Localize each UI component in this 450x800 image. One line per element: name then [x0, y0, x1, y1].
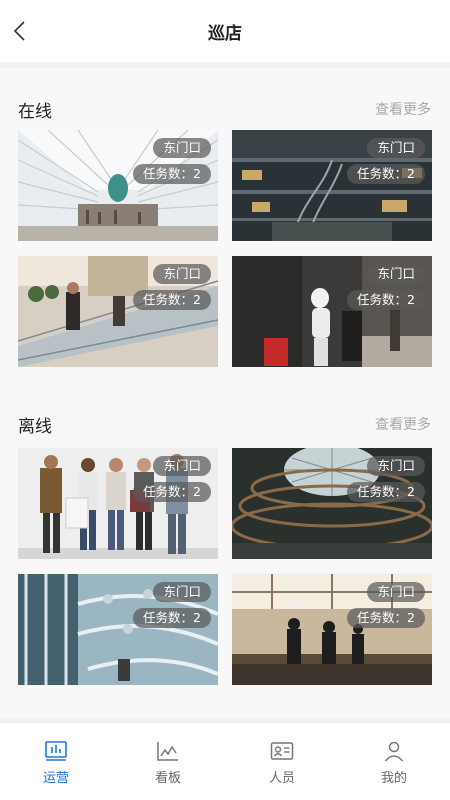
offline-view-more-link[interactable]: 查看更多 — [375, 414, 431, 434]
store-patrol-list: 在线 查看更多 东门口 任务数：2 东门口 任务数：2 东门口 任务数：2 东门… — [0, 68, 450, 718]
person-icon — [384, 741, 404, 762]
tab-operations[interactable]: 运营 — [0, 723, 112, 800]
store-name-badge: 东门口 — [153, 138, 211, 158]
tab-dashboard[interactable]: 看板 — [112, 723, 224, 800]
store-card[interactable]: 东门口 任务数：2 — [232, 256, 432, 367]
store-name-badge: 东门口 — [367, 456, 425, 476]
tab-label: 运营 — [42, 771, 69, 786]
task-count-badge: 任务数：2 — [347, 482, 425, 502]
task-count-badge: 任务数：2 — [347, 290, 425, 310]
store-name-badge: 东门口 — [367, 582, 425, 602]
tab-mine[interactable]: 我的 — [338, 723, 450, 800]
store-name-badge: 东门口 — [153, 264, 211, 284]
task-count-badge: 任务数：2 — [133, 608, 211, 628]
store-card[interactable]: 东门口 任务数：2 — [18, 574, 218, 685]
nav-bar: 巡店 — [0, 0, 450, 62]
store-name-badge: 东门口 — [367, 138, 425, 158]
task-count-badge: 任务数：2 — [347, 164, 425, 184]
store-name-badge: 东门口 — [153, 582, 211, 602]
store-name-badge: 东门口 — [367, 264, 425, 284]
task-count-badge: 任务数：2 — [133, 290, 211, 310]
chart-icon — [157, 742, 178, 761]
store-card[interactable]: 东门口 任务数：2 — [18, 448, 218, 559]
tab-label: 看板 — [154, 771, 181, 786]
store-card[interactable]: 东门口 任务数：2 — [18, 130, 218, 241]
task-count-badge: 任务数：2 — [133, 164, 211, 184]
online-section-title: 在线 — [18, 102, 52, 122]
store-card[interactable]: 东门口 任务数：2 — [232, 574, 432, 685]
task-count-badge: 任务数：2 — [347, 608, 425, 628]
tab-label: 我的 — [380, 771, 407, 786]
bottom-tab-bar: 运营 看板 人员 我的 — [0, 722, 450, 800]
store-card[interactable]: 东门口 任务数：2 — [232, 130, 432, 241]
task-count-badge: 任务数：2 — [133, 482, 211, 502]
store-name-badge: 东门口 — [153, 456, 211, 476]
tab-personnel[interactable]: 人员 — [226, 723, 338, 800]
page-title: 巡店 — [208, 24, 242, 44]
online-view-more-link[interactable]: 查看更多 — [375, 99, 431, 119]
monitor-icon — [45, 741, 67, 761]
store-card[interactable]: 东门口 任务数：2 — [232, 448, 432, 559]
id-card-icon — [270, 742, 294, 760]
store-card[interactable]: 东门口 任务数：2 — [18, 256, 218, 367]
offline-section-title: 离线 — [18, 417, 52, 437]
tab-label: 人员 — [268, 771, 295, 786]
